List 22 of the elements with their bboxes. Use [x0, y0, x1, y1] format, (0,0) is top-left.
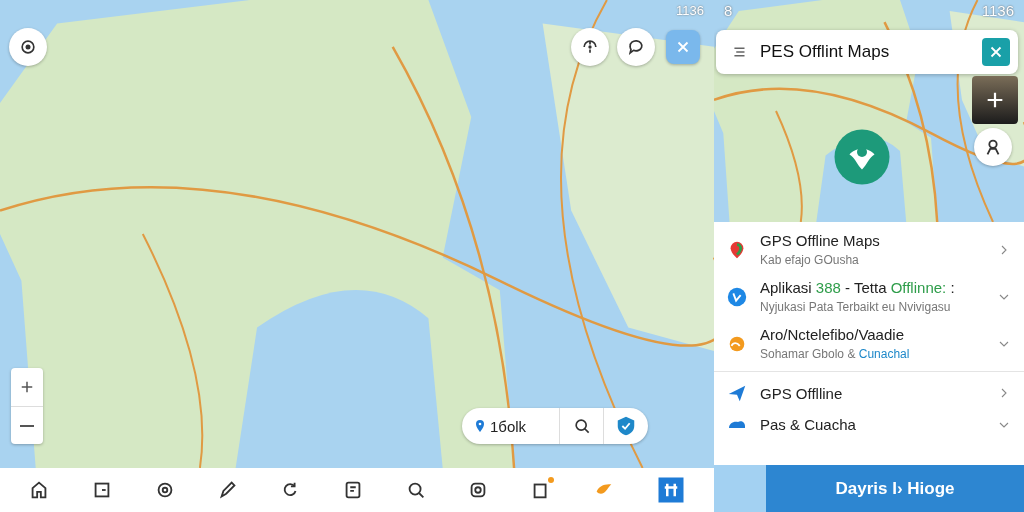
shield-icon	[615, 415, 637, 437]
status-time: 1136	[676, 3, 704, 18]
result-title: Pas & Cuacha	[760, 416, 857, 433]
photo-placeholder[interactable]	[972, 76, 1018, 124]
search-value[interactable]: 1бolk	[490, 417, 527, 435]
result-subtitle: Sohamar Gbolo & Cunachal	[760, 347, 911, 361]
app-logo-icon	[832, 127, 892, 187]
status-indicator: 8	[724, 2, 733, 19]
status-time: 1136	[981, 2, 1014, 19]
minus-icon	[20, 424, 34, 427]
result-title: Aplikasi 388 - Tetta Offlinne: :	[760, 279, 956, 296]
result-subtitle: Kab efajo GOusha	[760, 253, 860, 267]
result-title: GPS Offlline	[760, 384, 844, 402]
chat-icon	[626, 37, 646, 57]
clear-button[interactable]	[982, 38, 1010, 66]
result-title: Aro/Nctelefibo/Vaadie	[760, 326, 905, 343]
cloud-icon	[728, 420, 746, 429]
search-field[interactable]: PES Offlint Maps	[716, 30, 1018, 74]
result-title: GPS Offline Maps	[760, 232, 881, 249]
locate-icon	[18, 37, 38, 57]
result-subtitle: Nyjukasi Pata Terbaikt eu Nvivigasu	[760, 300, 952, 314]
action-button[interactable]: Dayris I› Hioge	[766, 465, 1024, 512]
